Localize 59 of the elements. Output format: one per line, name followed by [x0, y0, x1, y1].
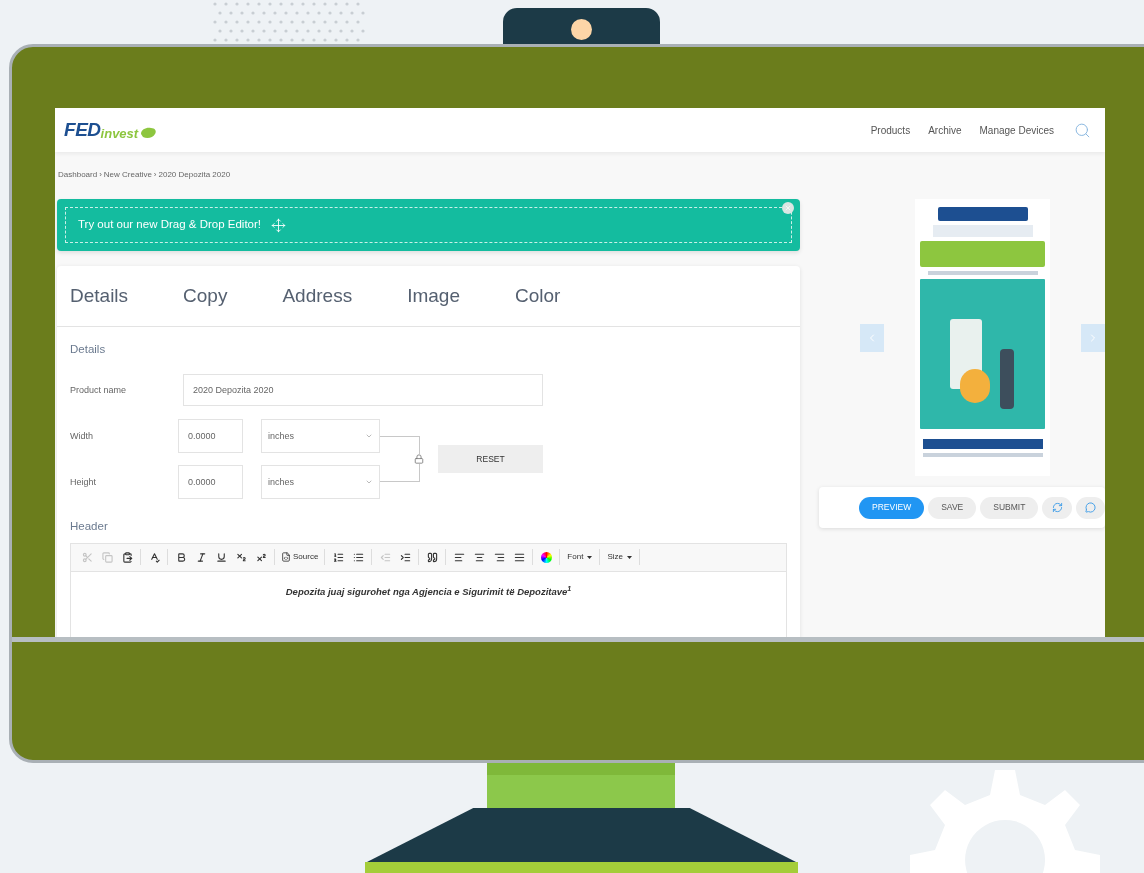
banner-text: Try out our new Drag & Drop Editor! — [78, 217, 261, 233]
refresh-icon — [1051, 502, 1063, 513]
paste-icon — [121, 551, 133, 563]
breadcrumb-separator: › — [99, 169, 102, 181]
numbered-list-icon — [332, 551, 344, 563]
leaf-icon — [139, 126, 158, 141]
tab[interactable]: Address — [282, 266, 353, 326]
tab[interactable]: Color — [514, 266, 561, 326]
field-label: Width — [70, 429, 94, 443]
number-field[interactable]: 0.0000 — [178, 465, 243, 500]
indent-icon — [399, 551, 411, 563]
nav-link[interactable]: Manage Devices — [979, 122, 1054, 138]
close-icon — [784, 204, 792, 212]
italic-icon — [195, 551, 207, 563]
tab[interactable]: Image — [407, 266, 460, 326]
spell-check-icon — [148, 551, 160, 563]
caret-icon — [626, 555, 632, 559]
file-code-icon — [281, 552, 291, 562]
subscript-icon — [235, 551, 247, 563]
number-field[interactable]: 0.0000 — [178, 419, 243, 454]
breadcrumb-link[interactable]: 2020 Depozita 2020 — [158, 169, 231, 181]
header-text: Depozita juaj sigurohet nga Agjencia e Sigurimit të Depozitave$^{1}$ — [285, 585, 572, 597]
copy-icon — [101, 551, 113, 563]
align-center-icon — [473, 551, 485, 563]
color-wheel-icon — [540, 551, 552, 563]
tab[interactable]: Copy — [183, 266, 228, 326]
field-label: Product name — [70, 383, 128, 397]
outdent-icon — [379, 551, 391, 563]
superscript-icon — [255, 551, 267, 563]
tab[interactable]: Details — [70, 266, 129, 326]
product-name-field[interactable]: 2020 Depozita 2020 — [183, 374, 543, 407]
dropdown-button[interactable]: Font — [563, 547, 597, 567]
source-button[interactable]: Source — [278, 547, 322, 567]
field-label: Height — [70, 475, 97, 489]
unit-select[interactable]: inches — [261, 465, 380, 500]
scissors-icon — [81, 551, 93, 563]
nav-link[interactable]: Products — [870, 122, 911, 138]
align-right-icon — [493, 551, 505, 563]
justify-icon — [513, 551, 525, 563]
unit-select[interactable]: inches — [261, 419, 380, 454]
dropdown-button[interactable]: Size — [603, 547, 636, 567]
caret-icon — [587, 555, 593, 559]
lock-icon[interactable] — [414, 454, 424, 465]
bullet-list-icon — [352, 551, 364, 563]
breadcrumb-separator: › — [153, 169, 157, 181]
reset-button[interactable]: RESET — [438, 445, 543, 474]
move-icon — [271, 217, 286, 233]
nav-link[interactable]: Archive — [928, 122, 962, 138]
breadcrumb-link[interactable]: New Creative — [103, 169, 152, 181]
section-heading: Details — [70, 342, 107, 357]
action-button[interactable]: SUBMIT — [980, 496, 1039, 519]
bold-icon — [175, 551, 187, 563]
align-left-icon — [453, 551, 465, 563]
action-button[interactable]: SAVE — [928, 496, 977, 519]
breadcrumb-link[interactable]: Dashboard — [58, 169, 98, 181]
section-heading: Header — [70, 519, 109, 535]
speech-bubble-icon — [1084, 502, 1096, 513]
underline-icon — [215, 551, 227, 563]
quote-icon — [426, 551, 438, 563]
